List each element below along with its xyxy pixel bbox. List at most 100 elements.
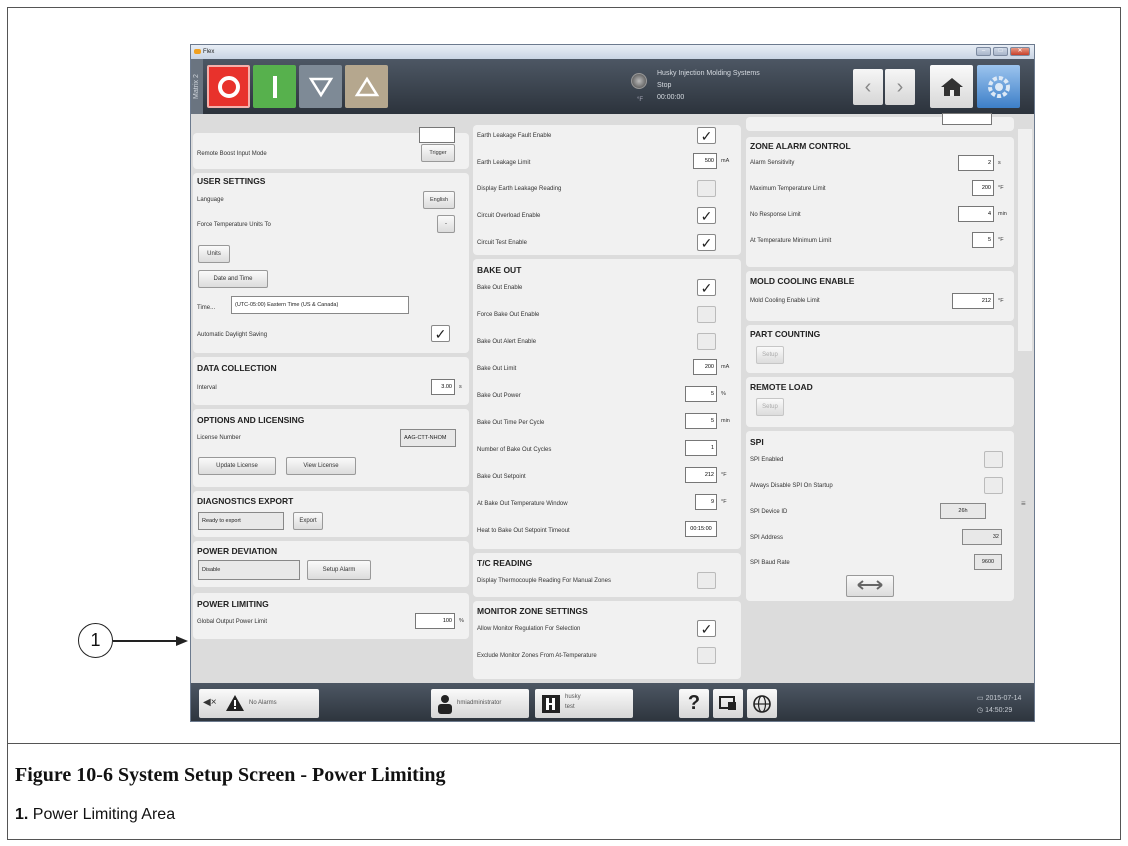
bake-out-limit-field[interactable]: 200 [693,359,717,375]
spi-panel: SPI SPI Enabled Always Disable SPI On St… [746,431,1014,601]
spi-device-field: 26h [940,503,986,519]
callout-arrow-line [113,640,177,642]
global-power-limit-field[interactable]: 100 [415,613,455,629]
heat-timeout-field[interactable]: 00:15:00 [685,521,717,537]
date-time-button[interactable]: Date and Time [198,270,268,288]
export-button[interactable]: Export [293,512,323,530]
spi-enabled-checkbox[interactable] [984,451,1003,468]
mold-cooling-limit-field[interactable]: 212 [952,293,994,309]
monitor-exclude-checkbox[interactable] [697,647,716,664]
remote-load-heading: REMOTE LOAD [750,382,813,392]
max-temp-field[interactable]: 200 [972,180,994,196]
remote-boost-delay-field[interactable] [419,127,455,143]
circuit-test-checkbox[interactable]: ✓ [697,234,716,251]
no-response-label: No Response Limit [750,212,801,218]
bake-out-cycles-field[interactable]: 1 [685,440,717,456]
screenshot-button[interactable] [713,689,743,718]
power-deviation-select[interactable]: Disable [198,560,300,580]
display-earth-leakage-checkbox[interactable] [697,180,716,197]
company-button[interactable]: husky test [535,689,633,718]
tc-reading-panel: T/C READING Display Thermocouple Reading… [473,553,741,597]
bake-out-enable-label: Bake Out Enable [477,285,523,291]
user-button[interactable]: hmiadministrator [431,689,529,718]
bake-out-window-field[interactable]: 9 [695,494,717,510]
force-bake-out-checkbox[interactable] [697,306,716,323]
earth-leakage-fault-label: Earth Leakage Fault Enable [477,133,552,139]
earth-leakage-fault-checkbox[interactable]: ✓ [697,127,716,144]
units-button[interactable]: Units [198,245,230,263]
chevron-left-icon: ‹ [864,75,872,98]
app-logo-icon [194,49,201,54]
license-number-field[interactable]: AAG-CTT-NHOM [400,429,456,447]
bake-out-enable-checkbox[interactable]: ✓ [697,279,716,296]
language-button[interactable] [747,689,777,718]
tc-display-label: Display Thermocouple Reading For Manual … [477,578,611,584]
bake-out-power-field[interactable]: 5 [685,386,717,402]
timezone-select[interactable]: (UTC-05:00) Eastern Time (US & Canada) [231,296,409,314]
bake-out-setpoint-unit: °F [721,472,727,478]
data-collection-panel: DATA COLLECTION Interval 3.00 s [193,357,469,405]
circuit-overload-checkbox[interactable]: ✓ [697,207,716,224]
at-temp-label: At Temperature Minimum Limit [750,238,832,244]
back-button[interactable]: ‹ [853,69,883,105]
remote-load-setup-button[interactable]: Setup [756,398,784,416]
no-response-field[interactable]: 4 [958,206,994,222]
view-license-button[interactable]: View License [286,457,356,475]
mold-cooling-limit-label: Mold Cooling Enable Limit [750,298,820,304]
daylight-saving-checkbox[interactable]: ✓ [431,325,450,342]
maximize-button[interactable]: □ [993,47,1008,56]
vertical-scrollbar[interactable]: ≡ [1016,129,1034,683]
at-temp-field[interactable]: 5 [972,232,994,248]
close-button[interactable]: ✕ [1010,47,1030,56]
max-temp-unit: °F [998,185,1004,191]
spi-connect-button[interactable] [846,575,894,597]
settings-button[interactable] [977,65,1020,108]
bake-out-power-label: Bake Out Power [477,393,521,399]
earth-leakage-limit-field[interactable]: 500 [693,153,717,169]
remote-boost-select[interactable]: Trigger [421,144,455,162]
matrix-label: Matrix 2 [191,59,203,114]
company-sub-label: test [565,704,575,710]
tc-display-checkbox[interactable] [697,572,716,589]
help-button[interactable]: ? [679,689,709,718]
top-right-panel [746,113,1014,131]
bake-out-alert-checkbox[interactable] [697,333,716,350]
earth-leakage-limit-unit: mA [721,158,730,164]
force-temp-label: Force Temperature Units To [197,222,271,228]
alarms-button[interactable]: ◀× No Alarms [199,689,319,718]
gear-icon [987,75,1010,98]
power-deviation-heading: POWER DEVIATION [197,546,278,556]
minimize-button[interactable]: – [976,47,991,56]
start-button[interactable] [253,65,296,108]
spi-disable-checkbox[interactable] [984,477,1003,494]
language-select[interactable]: English [423,191,455,209]
scrollbar-thumb[interactable] [1018,129,1032,351]
force-bake-out-label: Force Bake Out Enable [477,312,540,318]
force-temp-select[interactable]: - [437,215,455,233]
interval-field[interactable]: 3.00 [431,379,455,395]
forward-button[interactable]: › [885,69,915,105]
raise-button[interactable] [345,65,388,108]
stop-button[interactable] [207,65,250,108]
spi-device-label: SPI Device ID [750,509,788,515]
bake-out-time-field[interactable]: 5 [685,413,717,429]
figure-note: 1. Power Limiting Area [15,806,175,824]
power-on-icon [272,75,277,98]
home-button[interactable] [930,65,973,108]
bake-out-setpoint-field[interactable]: 212 [685,467,717,483]
setup-alarm-button[interactable]: Setup Alarm [307,560,371,580]
lower-button[interactable] [299,65,342,108]
calendar-icon: ▭ [977,695,986,702]
update-license-button[interactable]: Update License [198,457,276,475]
monitor-allow-checkbox[interactable]: ✓ [697,620,716,637]
bake-out-window-unit: °F [721,499,727,505]
part-counting-setup-button[interactable]: Setup [756,346,784,364]
data-collection-heading: DATA COLLECTION [197,363,277,373]
husky-logo-icon [542,695,560,713]
remote-boost-panel: Remote Boost Input Mode Trigger [193,127,469,169]
top-right-field[interactable] [942,113,992,125]
bake-out-alert-label: Bake Out Alert Enable [477,339,537,345]
alarm-sensitivity-field[interactable]: 2 [958,155,994,171]
scroll-grip-icon: ≡ [1021,499,1026,508]
bottom-status-bar: ◀× No Alarms hmiadministrator husky test… [191,683,1034,721]
